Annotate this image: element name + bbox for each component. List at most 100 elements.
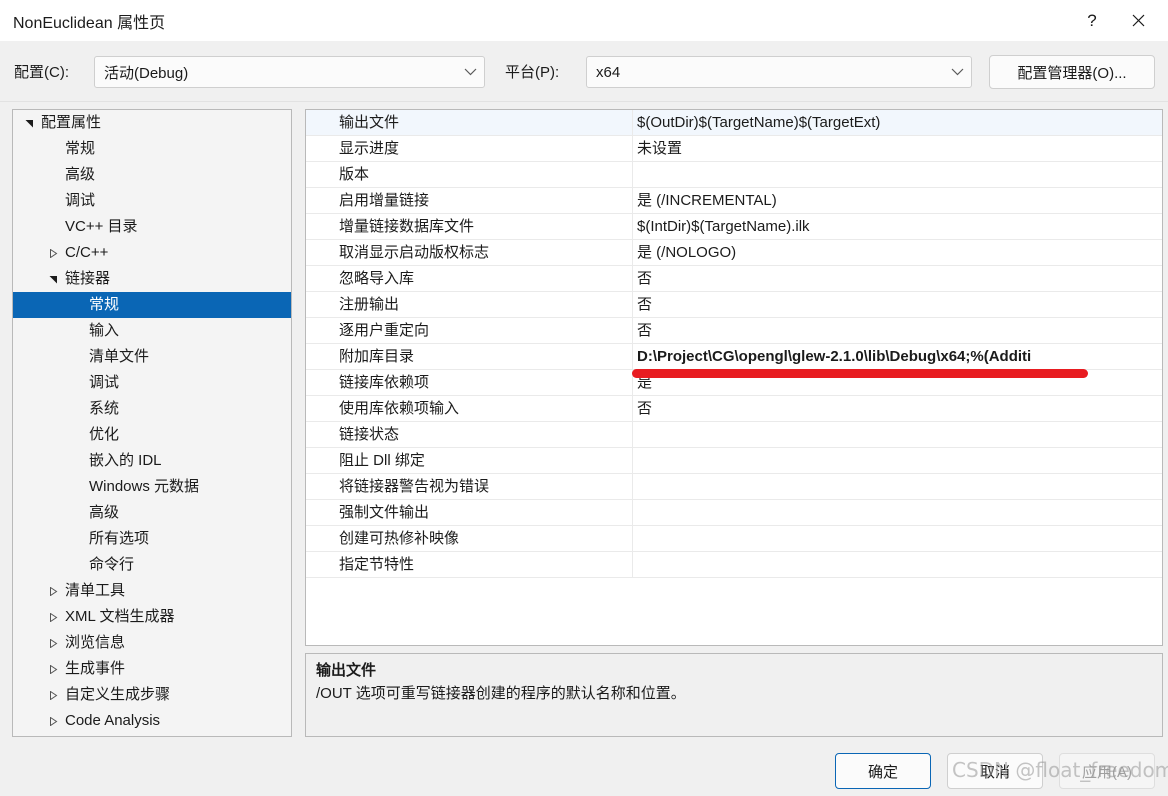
property-name: 指定节特性 — [339, 556, 415, 573]
tree-item-22[interactable]: 自定义生成步骤 — [13, 682, 291, 708]
tree-item-5[interactable]: C/C++ — [13, 240, 291, 266]
tree-item-label: 浏览信息 — [65, 634, 126, 651]
tree-item-19[interactable]: XML 文档生成器 — [13, 604, 291, 630]
property-value[interactable]: 是 (/NOLOGO) — [633, 240, 1162, 266]
property-value[interactable]: 否 — [633, 318, 1162, 344]
tree-item-0[interactable]: 配置属性 — [13, 110, 291, 136]
property-value[interactable] — [633, 422, 1162, 448]
property-value[interactable] — [633, 448, 1162, 474]
property-row[interactable]: 创建可热修补映像 — [306, 526, 1162, 552]
property-row[interactable]: 强制文件输出 — [306, 500, 1162, 526]
tree-item-8[interactable]: 输入 — [13, 318, 291, 344]
triangle-right-icon[interactable] — [45, 682, 61, 708]
tree-item-9[interactable]: 清单文件 — [13, 344, 291, 370]
tree-item-6[interactable]: 链接器 — [13, 266, 291, 292]
tree-item-20[interactable]: 浏览信息 — [13, 630, 291, 656]
tree-item-4[interactable]: VC++ 目录 — [13, 214, 291, 240]
property-row[interactable]: 链接状态 — [306, 422, 1162, 448]
tree-item-16[interactable]: 所有选项 — [13, 526, 291, 552]
tree-item-label: 自定义生成步骤 — [65, 686, 171, 703]
ok-button[interactable]: 确定 — [835, 753, 931, 789]
description-panel: 输出文件 /OUT 选项可重写链接器创建的程序的默认名称和位置。 — [305, 653, 1163, 737]
property-row[interactable]: 启用增量链接 是 (/INCREMENTAL) — [306, 188, 1162, 214]
tree-item-21[interactable]: 生成事件 — [13, 656, 291, 682]
close-icon — [1132, 14, 1144, 27]
triangle-right-icon[interactable] — [45, 656, 61, 682]
property-value[interactable]: 否 — [633, 292, 1162, 318]
property-name: 链接状态 — [339, 426, 400, 443]
property-row[interactable]: 将链接器警告视为错误 — [306, 474, 1162, 500]
property-row[interactable]: 增量链接数据库文件 $(IntDir)$(TargetName).ilk — [306, 214, 1162, 240]
property-row[interactable]: 阻止 Dll 绑定 — [306, 448, 1162, 474]
property-row[interactable]: 指定节特性 — [306, 552, 1162, 578]
triangle-right-icon[interactable] — [45, 708, 61, 734]
property-name: 将链接器警告视为错误 — [339, 478, 490, 495]
property-value[interactable]: D:\Project\CG\opengl\glew-2.1.0\lib\Debu… — [633, 344, 1162, 370]
tree-item-label: 优化 — [89, 426, 120, 443]
property-row[interactable]: 使用库依赖项输入 否 — [306, 396, 1162, 422]
property-value[interactable]: $(IntDir)$(TargetName).ilk — [633, 214, 1162, 240]
property-value[interactable] — [633, 552, 1162, 578]
property-value[interactable]: 是 (/INCREMENTAL) — [633, 188, 1162, 214]
triangle-right-icon[interactable] — [45, 578, 61, 604]
platform-select[interactable]: x64 — [586, 56, 972, 88]
property-name: 链接库依赖项 — [339, 374, 430, 391]
property-value[interactable] — [633, 500, 1162, 526]
tree-item-label: 命令行 — [89, 556, 135, 573]
tree-item-label: XML 文档生成器 — [65, 608, 175, 625]
triangle-down-icon[interactable] — [45, 266, 61, 292]
title-bar: NonEuclidean 属性页 ? — [0, 0, 1168, 41]
property-row[interactable]: 附加库目录 D:\Project\CG\opengl\glew-2.1.0\lib… — [306, 344, 1162, 370]
property-tree[interactable]: 配置属性 常规 高级 调试 VC++ 目录 C/C++ 链接器 常规 输入 清单文件 调试 系统 优化嵌… — [12, 109, 292, 737]
tree-item-label: 清单工具 — [65, 582, 126, 599]
tree-item-18[interactable]: 清单工具 — [13, 578, 291, 604]
tree-item-14[interactable]: Windows 元数据 — [13, 474, 291, 500]
tree-item-13[interactable]: 嵌入的 IDL — [13, 448, 291, 474]
property-name: 增量链接数据库文件 — [339, 218, 475, 235]
tree-item-2[interactable]: 高级 — [13, 162, 291, 188]
property-name: 取消显示启动版权标志 — [339, 244, 490, 261]
tree-item-23[interactable]: Code Analysis — [13, 708, 291, 734]
tree-item-label: Code Analysis — [65, 712, 161, 729]
tree-item-15[interactable]: 高级 — [13, 500, 291, 526]
triangle-right-icon[interactable] — [45, 240, 61, 266]
property-row[interactable]: 取消显示启动版权标志 是 (/NOLOGO) — [306, 240, 1162, 266]
tree-item-17[interactable]: 命令行 — [13, 552, 291, 578]
tree-item-7[interactable]: 常规 — [13, 292, 291, 318]
tree-item-3[interactable]: 调试 — [13, 188, 291, 214]
tree-item-10[interactable]: 调试 — [13, 370, 291, 396]
property-name: 输出文件 — [339, 114, 400, 131]
property-value[interactable]: 否 — [633, 396, 1162, 422]
property-value[interactable] — [633, 474, 1162, 500]
tree-item-label: VC++ 目录 — [65, 218, 138, 235]
close-button[interactable] — [1115, 0, 1161, 41]
property-value[interactable]: 否 — [633, 266, 1162, 292]
help-button[interactable]: ? — [1069, 0, 1115, 41]
property-row[interactable]: 注册输出 否 — [306, 292, 1162, 318]
chevron-down-icon — [943, 68, 971, 76]
triangle-right-icon[interactable] — [45, 604, 61, 630]
tree-item-11[interactable]: 系统 — [13, 396, 291, 422]
apply-button[interactable]: 应用(A) — [1059, 753, 1155, 789]
property-name: 忽略导入库 — [339, 270, 415, 287]
property-value[interactable]: 未设置 — [633, 136, 1162, 162]
tree-item-12[interactable]: 优化 — [13, 422, 291, 448]
tree-item-1[interactable]: 常规 — [13, 136, 291, 162]
platform-label: 平台(P): — [505, 64, 560, 81]
triangle-right-icon[interactable] — [45, 630, 61, 656]
property-row[interactable]: 逐用户重定向 否 — [306, 318, 1162, 344]
property-row[interactable]: 版本 — [306, 162, 1162, 188]
triangle-down-icon[interactable] — [21, 110, 37, 136]
property-name: 强制文件输出 — [339, 504, 430, 521]
property-row[interactable]: 显示进度 未设置 — [306, 136, 1162, 162]
property-row[interactable]: 忽略导入库 否 — [306, 266, 1162, 292]
configuration-select[interactable]: 活动(Debug) — [94, 56, 485, 88]
property-value[interactable] — [633, 526, 1162, 552]
property-row[interactable]: 输出文件 $(OutDir)$(TargetName)$(TargetExt) — [306, 110, 1162, 136]
tree-item-label: 调试 — [89, 374, 120, 391]
property-value[interactable] — [633, 162, 1162, 188]
cancel-button[interactable]: 取消 — [947, 753, 1043, 789]
configuration-label: 配置(C): — [14, 64, 69, 81]
property-value[interactable]: $(OutDir)$(TargetName)$(TargetExt) — [633, 110, 1162, 136]
configuration-manager-button[interactable]: 配置管理器(O)... — [989, 55, 1155, 89]
